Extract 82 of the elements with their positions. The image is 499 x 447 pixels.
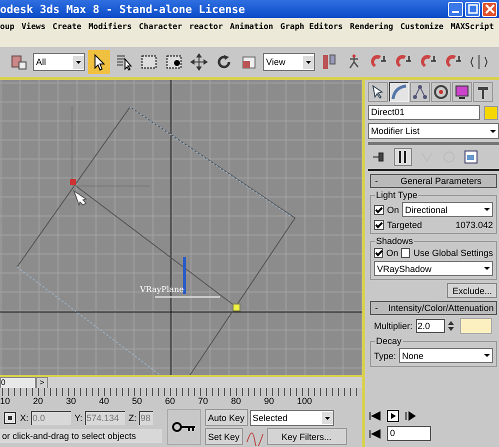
z-label: Z: <box>128 412 137 422</box>
rollout-header[interactable]: - Intensity/Color/Attenuation <box>370 301 497 315</box>
next-frame-icon[interactable] <box>405 411 417 421</box>
arrow-cursor-icon[interactable] <box>88 50 110 74</box>
frame-number: 30 <box>66 396 78 406</box>
pin-stack-icon[interactable] <box>372 151 386 163</box>
y-label: Y: <box>74 412 83 422</box>
menu-item[interactable]: Character <box>138 22 182 31</box>
monitor-icon[interactable] <box>452 82 472 102</box>
auto-key-button[interactable]: Auto Key <box>205 409 248 426</box>
play-icon[interactable] <box>387 410 399 422</box>
group-label: Decay <box>375 336 403 346</box>
frame-number: 40 <box>99 396 110 406</box>
minimize-icon <box>452 11 459 13</box>
checkbox-label: On <box>387 204 400 214</box>
light-type-dropdown[interactable]: Directional <box>402 202 493 217</box>
menu-item[interactable]: Modifiers <box>88 22 132 31</box>
set-key-button[interactable]: Set Key <box>205 428 243 445</box>
checkbox[interactable] <box>401 248 410 258</box>
key-filters-button[interactable]: Key Filters... <box>266 428 347 445</box>
current-frame-field[interactable]: 0 <box>387 426 431 441</box>
close-button[interactable] <box>482 2 497 16</box>
key-mode-dropdown[interactable]: Selected <box>250 410 334 426</box>
maximize-icon <box>468 4 478 14</box>
slider-thumb[interactable]: 0 <box>0 376 36 388</box>
menu-item[interactable]: Rendering <box>350 22 394 31</box>
go-to-start-icon[interactable] <box>369 411 381 421</box>
menu-item[interactable]: Views <box>21 22 46 31</box>
window-title: odesk 3ds Max 8 - Stand-alone License <box>0 2 246 16</box>
checkbox-label: Targeted <box>387 220 422 230</box>
hammer-icon[interactable] <box>473 82 493 102</box>
type-label: Type: <box>374 350 396 360</box>
target-distance: 1073.042 <box>455 220 493 230</box>
light-color-swatch[interactable] <box>460 318 492 334</box>
x-label: X: <box>20 412 29 422</box>
menu-item[interactable]: Animation <box>230 22 274 31</box>
menu-item[interactable]: Create <box>52 22 82 31</box>
object-color-swatch[interactable] <box>484 106 498 120</box>
object-name-field[interactable]: Direct01 <box>368 105 480 120</box>
show-end-result-icon[interactable] <box>394 148 412 166</box>
multiplier-field[interactable]: 2.0 <box>416 319 445 333</box>
checkbox-label: On <box>386 248 398 258</box>
group-label: Shadows <box>375 236 414 246</box>
menu-item[interactable]: Customize <box>400 22 444 31</box>
close-icon <box>484 4 494 14</box>
time-slider[interactable]: 0 > <box>0 377 362 388</box>
dropdown[interactable]: View <box>263 53 315 71</box>
frame-number: 70 <box>198 396 210 406</box>
frame-number: 80 <box>231 396 242 406</box>
key-mode-icon[interactable] <box>369 428 381 438</box>
frame-number: 60 <box>165 396 176 406</box>
dropdown[interactable]: All <box>33 53 85 71</box>
wheel-icon[interactable] <box>431 82 451 102</box>
checkbox-label: Use Global Settings <box>413 248 493 258</box>
checkbox[interactable] <box>374 248 384 258</box>
frame-number: 90 <box>264 396 276 406</box>
group-label: Light Type <box>375 190 418 200</box>
frame-number: 100 <box>297 396 314 406</box>
decay-type-dropdown[interactable]: None <box>399 348 493 363</box>
spinner-arrows-icon[interactable] <box>448 320 454 332</box>
multiplier-label: Multiplier: <box>374 321 413 331</box>
configure-sets-icon[interactable] <box>464 150 478 164</box>
rollout-header[interactable]: - General Parameters <box>370 174 497 188</box>
checkbox[interactable] <box>374 220 384 230</box>
hierarchy-icon[interactable] <box>410 82 430 102</box>
menu-item[interactable]: reactor <box>189 22 223 31</box>
curve-icon[interactable] <box>389 82 409 102</box>
frame-number: 50 <box>132 396 144 406</box>
checkbox[interactable] <box>374 204 384 214</box>
menu-item[interactable]: MAXScript <box>450 22 494 31</box>
modifier-list-dropdown[interactable]: Modifier List <box>368 123 499 139</box>
menu-item[interactable]: oup <box>0 22 14 31</box>
key-icon[interactable] <box>167 409 201 445</box>
shadow-type-dropdown[interactable]: VRayShadow <box>374 261 493 276</box>
frame-number: 20 <box>33 396 44 406</box>
minimize-button[interactable] <box>448 2 463 16</box>
exclude-button[interactable]: Exclude... <box>447 283 497 298</box>
menu-item[interactable]: Graph Editors <box>280 22 343 31</box>
frame-number: 10 <box>0 396 12 406</box>
maximize-button[interactable] <box>465 2 480 16</box>
status-prompt: or click-and-drag to select objects <box>0 429 162 443</box>
selection-lock-icon[interactable] <box>4 412 16 424</box>
